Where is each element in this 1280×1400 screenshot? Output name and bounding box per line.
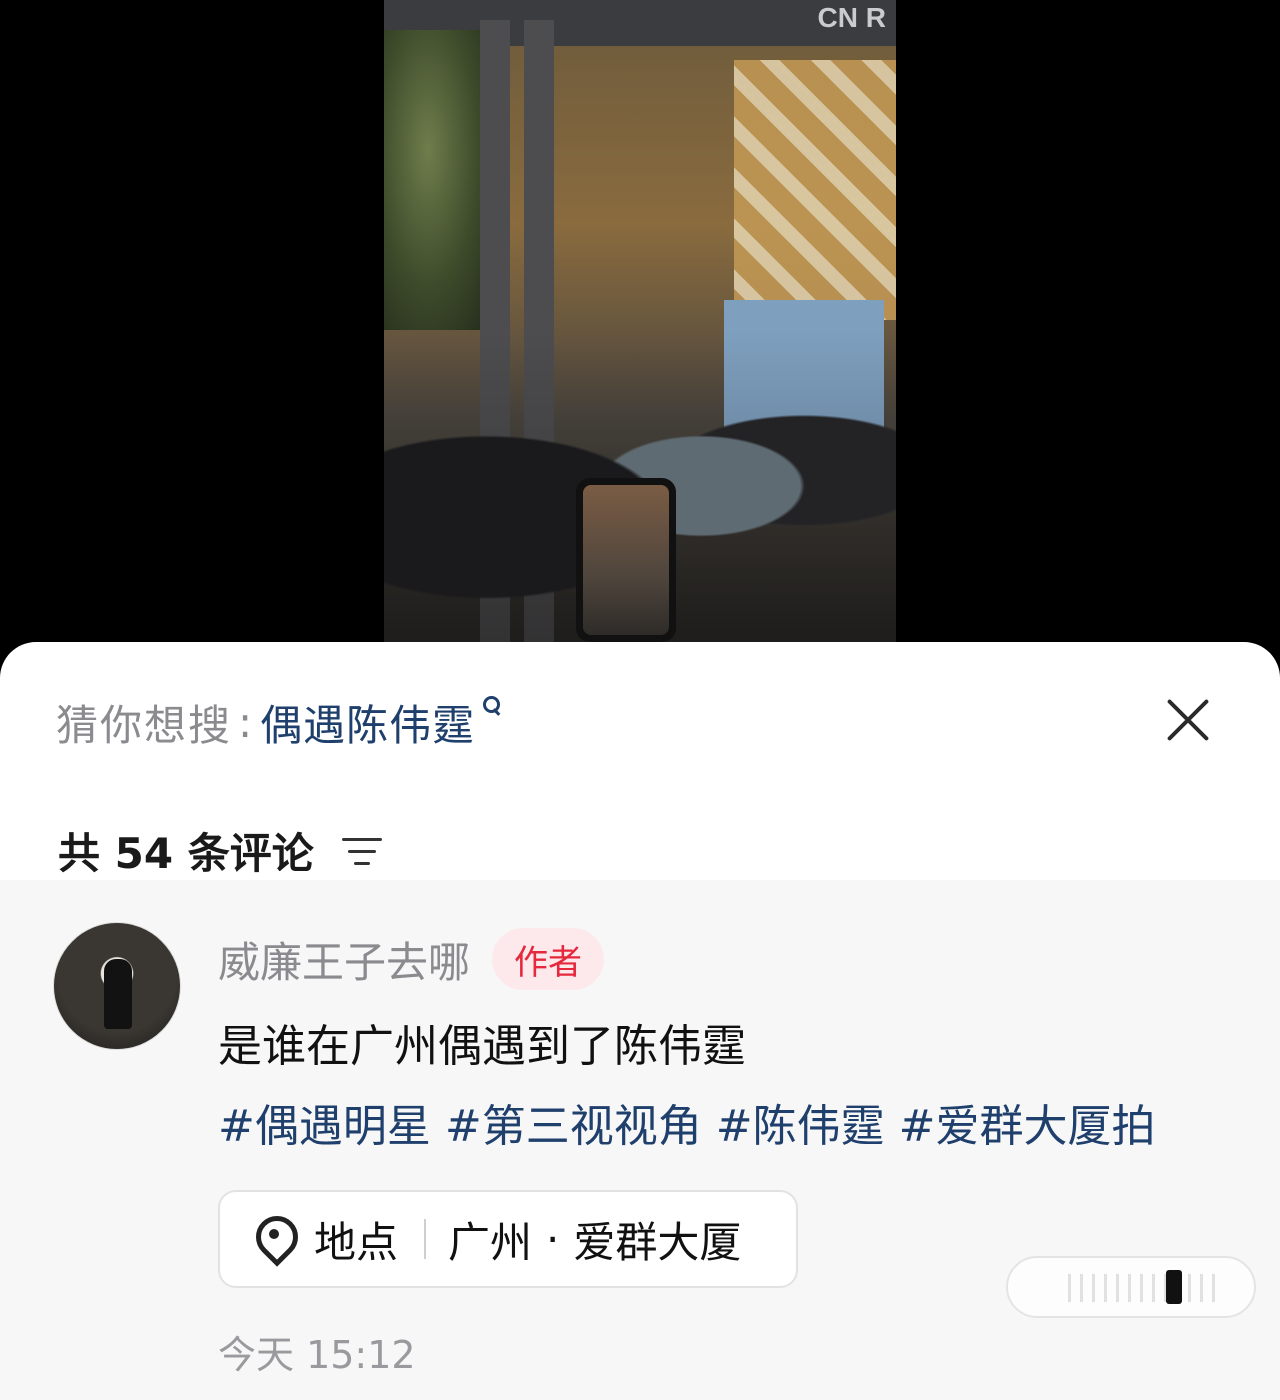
patterned-wall (734, 60, 896, 320)
video-area[interactable]: CN R (0, 0, 1280, 650)
search-suggestion[interactable]: 猜你想搜 : 偶遇陈伟霆 (56, 692, 501, 752)
location-label: 地点 (314, 1217, 399, 1267)
sort-icon[interactable] (341, 834, 382, 868)
location-card[interactable]: 地点 广州 · 爱群大厦 (218, 1190, 798, 1288)
like-button-texture (1068, 1274, 1218, 1302)
storefront-sign-text: CN R (817, 2, 886, 33)
phone-in-hand (576, 478, 676, 642)
comment-timestamp: 今天 15:12 (218, 1333, 416, 1377)
search-icon (481, 694, 501, 716)
comments-sheet: 猜你想搜 : 偶遇陈伟霆 共 54 条评论 威廉王子去哪 作者 是谁在广州偶遇到… (0, 642, 1280, 1400)
avatar[interactable] (53, 922, 181, 1050)
author-badge: 作者 (492, 928, 605, 990)
location-place: 爱群大厦 (573, 1217, 742, 1267)
search-suggestion-separator: : (238, 697, 253, 747)
hashtag-row: #偶遇明星 #第三视视角 #陈伟霆 #爱群大厦拍 (218, 1090, 1170, 1154)
hashtag[interactable]: #偶遇明星 (218, 1090, 431, 1154)
author-name[interactable]: 威廉王子去哪 (218, 929, 470, 990)
hashtag[interactable]: #爱群大厦拍 (899, 1090, 1156, 1154)
close-icon[interactable] (1162, 694, 1214, 746)
trees (384, 30, 494, 330)
location-divider (424, 1219, 427, 1259)
author-row: 威廉王子去哪 作者 (218, 928, 605, 990)
location-dot: · (546, 1214, 560, 1264)
location-pin-icon (254, 1214, 296, 1264)
search-suggestion-query[interactable]: 偶遇陈伟霆 (260, 692, 475, 753)
phone-screen (583, 485, 669, 635)
avatar-figure (104, 959, 132, 1029)
comments-header: 共 54 条评论 (58, 820, 382, 881)
video-frame[interactable]: CN R (384, 0, 896, 642)
comment-text: 是谁在广州偶遇到了陈伟霆 (218, 1021, 746, 1072)
comment-count: 共 54 条评论 (58, 829, 314, 878)
hashtag[interactable]: #第三视视角 (445, 1090, 702, 1154)
hashtag[interactable]: #陈伟霆 (716, 1090, 885, 1154)
like-button[interactable] (1006, 1256, 1256, 1318)
search-suggestion-label: 猜你想搜 (56, 700, 233, 750)
comment-item: 威廉王子去哪 作者 是谁在广州偶遇到了陈伟霆 #偶遇明星 #第三视视角 #陈伟霆… (0, 880, 1280, 1400)
like-button-knob (1166, 1270, 1182, 1304)
location-city: 广州 (448, 1217, 533, 1267)
